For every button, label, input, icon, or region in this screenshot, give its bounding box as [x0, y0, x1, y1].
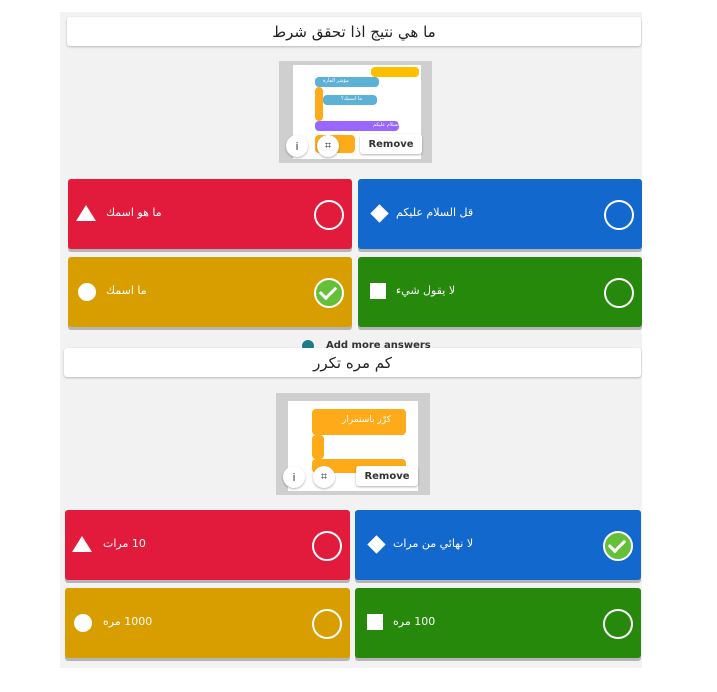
flag-block [371, 67, 419, 77]
answer-text[interactable]: ما اسمك [106, 281, 292, 301]
correct-toggle[interactable] [604, 278, 634, 308]
answer-card-green[interactable]: 100 مره [355, 588, 641, 658]
diamond-icon [367, 535, 386, 554]
answer-text[interactable]: 10 مرات [103, 534, 290, 554]
circle-icon [74, 614, 92, 632]
add-more-icon[interactable] [302, 340, 314, 348]
triangle-icon [72, 536, 92, 554]
crop-icon[interactable]: ⌗ [313, 466, 335, 488]
code-text: مؤشر الفأرة [323, 78, 349, 84]
forever-block-arm [312, 435, 324, 459]
remove-image-button[interactable]: Remove [356, 466, 418, 486]
question-title-input[interactable]: ما هي نتيج اذا تحقق شرط [67, 17, 641, 46]
answer-text[interactable]: لا نهائي من مرات [393, 534, 581, 554]
correct-toggle[interactable] [603, 609, 633, 639]
correct-toggle[interactable] [314, 200, 344, 230]
answer-card-blue[interactable]: لا نهائي من مرات [355, 510, 641, 580]
answer-card-yellow[interactable]: 1000 مره [65, 588, 350, 658]
question-panel-1: ما هي نتيج اذا تحقق شرط مؤشر الفأرة ما ا… [60, 12, 642, 348]
if-block-arm [315, 87, 323, 121]
answer-text[interactable]: 1000 مره [103, 612, 290, 632]
answer-card-red[interactable]: ما هو اسمك [68, 179, 352, 249]
answer-card-green[interactable]: لا يقول شيء [358, 257, 642, 327]
question-panel-2: كم مره تكرر كرّر باستمرار i ⌗ Remove 10 … [60, 348, 642, 668]
question-title-input[interactable]: كم مره تكرر [64, 348, 641, 377]
diamond-icon [370, 204, 389, 223]
remove-image-button[interactable]: Remove [360, 134, 422, 154]
info-icon[interactable]: i [286, 135, 308, 157]
add-more-answers-button[interactable]: Add more answers [326, 340, 431, 348]
code-text: السلام عليكم [373, 122, 401, 128]
correct-toggle[interactable] [312, 531, 342, 561]
square-icon [365, 614, 383, 632]
code-text: ما اسمك؟ [341, 96, 363, 102]
answer-card-blue[interactable]: قل السلام عليكم [358, 179, 642, 249]
correct-toggle[interactable] [604, 200, 634, 230]
square-icon [368, 283, 386, 301]
crop-icon[interactable]: ⌗ [317, 135, 339, 157]
answer-text[interactable]: لا يقول شيء [396, 281, 582, 301]
code-text: كرّر باستمرار [342, 415, 391, 425]
info-icon[interactable]: i [283, 466, 305, 488]
question-image: مؤشر الفأرة ما اسمك؟ السلام عليكم i ⌗ Re… [279, 61, 432, 163]
circle-icon [78, 283, 96, 301]
correct-toggle-checked[interactable] [603, 531, 633, 561]
correct-toggle[interactable] [312, 609, 342, 639]
answer-card-red[interactable]: 10 مرات [65, 510, 350, 580]
correct-toggle-checked[interactable] [314, 278, 344, 308]
answer-text[interactable]: قل السلام عليكم [396, 203, 582, 223]
answer-card-yellow[interactable]: ما اسمك [68, 257, 352, 327]
answer-text[interactable]: 100 مره [393, 612, 581, 632]
answer-text[interactable]: ما هو اسمك [106, 203, 292, 223]
triangle-icon [76, 205, 96, 223]
question-image: كرّر باستمرار i ⌗ Remove [276, 393, 430, 495]
